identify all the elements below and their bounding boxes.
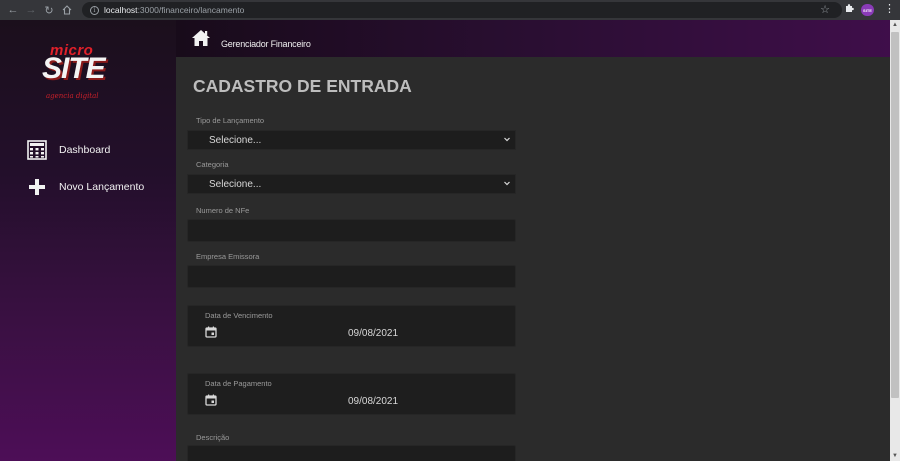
data-vencimento-value: 09/08/2021	[348, 328, 399, 339]
tipo-lancamento-value: Selecione...	[209, 134, 262, 146]
url-host: localhost	[104, 5, 138, 15]
page-scrollbar[interactable]: ▲ ▼	[890, 20, 900, 461]
calendar-icon[interactable]	[205, 325, 217, 338]
calendar-icon[interactable]	[205, 393, 217, 406]
sidebar-item-label: Dashboard	[59, 144, 111, 156]
home-icon[interactable]	[191, 29, 211, 47]
chevron-down-icon	[503, 135, 511, 143]
reload-icon[interactable]: ↻	[40, 1, 58, 19]
sidebar-item-novo-lancamento[interactable]: Novo Lançamento	[26, 176, 144, 198]
data-pagamento-field[interactable]: Data de Pagamento 09/08/2021	[187, 373, 516, 415]
url-path: :3000/financeiro/lancamento	[137, 5, 245, 15]
forward-icon[interactable]: →	[22, 1, 40, 19]
scrollbar-thumb[interactable]	[891, 32, 899, 398]
logo-tagline: agencia digital	[46, 92, 99, 100]
brand-logo[interactable]: micro SITE agencia digital	[40, 42, 140, 112]
info-icon[interactable]: i	[90, 5, 99, 15]
numero-nfe-label: Numero de NFe	[196, 206, 250, 215]
data-vencimento-label: Data de Vencimento	[205, 311, 273, 320]
calculator-icon	[26, 139, 48, 161]
sidebar-item-dashboard[interactable]: Dashboard	[26, 139, 110, 161]
descricao-input[interactable]	[187, 445, 516, 461]
home-browser-icon[interactable]	[58, 1, 76, 19]
empresa-emissora-label: Empresa Emissora	[196, 252, 260, 261]
categoria-select[interactable]: Selecione...	[187, 174, 516, 194]
browser-toolbar: ← → ↻ i localhost:3000/financeiro/lancam…	[0, 0, 900, 20]
plus-icon	[26, 176, 48, 198]
scroll-down-icon[interactable]: ▼	[890, 451, 900, 461]
page-title: CADASTRO DE ENTRADA	[193, 76, 412, 96]
main-content: CADASTRO DE ENTRADA Tipo de Lançamento S…	[176, 57, 890, 461]
chevron-down-icon	[503, 179, 511, 187]
profile-avatar[interactable]: SITE	[861, 4, 874, 16]
sidebar: micro SITE agencia digital Dashboard Nov…	[0, 20, 176, 461]
data-pagamento-label: Data de Pagamento	[205, 379, 272, 388]
app-header: Gerenciador Financeiro	[176, 20, 890, 57]
categoria-value: Selecione...	[209, 178, 262, 190]
data-vencimento-field[interactable]: Data de Vencimento 09/08/2021	[187, 305, 516, 347]
tipo-lancamento-select[interactable]: Selecione...	[187, 130, 516, 150]
logo-site-text: SITE	[42, 52, 106, 85]
browser-menu-icon[interactable]: ⋮	[884, 2, 895, 15]
bookmark-star-icon[interactable]: ☆	[820, 3, 830, 16]
app-title: Gerenciador Financeiro	[221, 39, 311, 49]
data-pagamento-value: 09/08/2021	[348, 396, 399, 407]
sidebar-item-label: Novo Lançamento	[59, 181, 145, 193]
address-bar[interactable]: i localhost:3000/financeiro/lancamento ☆	[82, 2, 842, 18]
categoria-label: Categoria	[196, 160, 229, 169]
empresa-emissora-input[interactable]	[187, 265, 516, 288]
scroll-up-icon[interactable]: ▲	[890, 20, 900, 30]
back-icon[interactable]: ←	[4, 1, 22, 19]
descricao-label: Descrição	[196, 433, 230, 442]
extensions-icon[interactable]	[844, 3, 855, 14]
tipo-lancamento-label: Tipo de Lançamento	[196, 116, 265, 125]
numero-nfe-input[interactable]	[187, 219, 516, 242]
